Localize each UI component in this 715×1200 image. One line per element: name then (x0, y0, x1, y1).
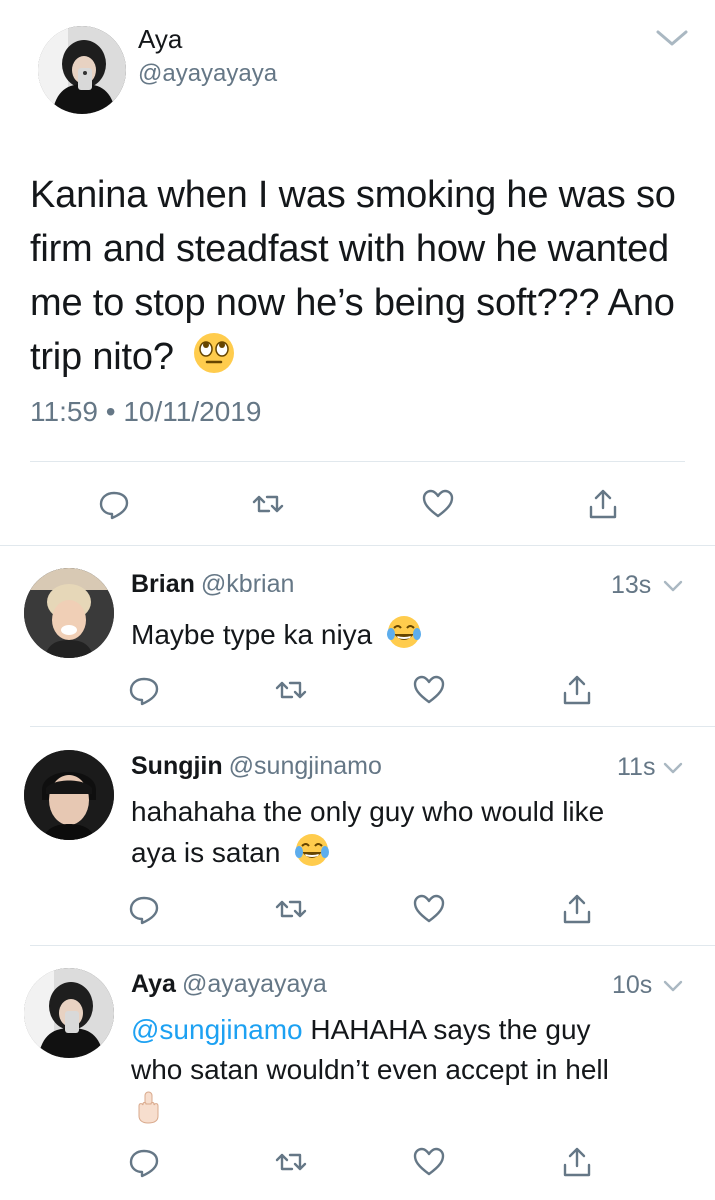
reply-button[interactable] (94, 484, 134, 524)
reply-icon (129, 1149, 159, 1178)
heart-icon (422, 489, 454, 518)
reply-author-name[interactable]: Brian (131, 570, 195, 598)
mention-link[interactable]: @sungjinamo (131, 1014, 303, 1045)
avatar-photo-icon (24, 568, 114, 658)
chevron-down-icon[interactable] (654, 26, 690, 50)
reply-text: Maybe type ka niya (131, 614, 691, 655)
reply-time[interactable]: 11s (617, 753, 655, 782)
share-icon (563, 675, 591, 705)
reply-author-handle[interactable]: @ayayayaya (182, 970, 327, 998)
reply-time[interactable]: 13s (611, 571, 651, 600)
share-icon (563, 1147, 591, 1177)
heart-icon (413, 894, 445, 923)
reply-text-line: who satan wouldn’t even accept in hell (131, 1054, 609, 1085)
rolling-eyes-emoji-icon (194, 333, 235, 373)
retweet-icon (252, 495, 284, 513)
chevron-down-icon[interactable] (663, 979, 683, 993)
reply-text-line: @sungjinamo HAHAHA says the guy (131, 1010, 691, 1050)
tears-of-joy-emoji-icon (387, 616, 422, 648)
share-button[interactable] (557, 670, 597, 710)
share-button[interactable] (557, 889, 597, 929)
tweet-text-body: Kanina when I was smoking he was so firm… (30, 174, 676, 378)
reply-text: @sungjinamo HAHAHA says the guy who sata… (131, 1010, 691, 1090)
share-icon (589, 489, 617, 519)
avatar-photo-icon (24, 968, 114, 1058)
like-button[interactable] (409, 1142, 449, 1182)
reply-time[interactable]: 10s (612, 971, 652, 1000)
retweet-icon (275, 900, 307, 918)
divider (30, 461, 685, 462)
retweet-icon (275, 1153, 307, 1171)
reply-text-body: Maybe type ka niya (131, 619, 373, 650)
retweet-button[interactable] (248, 484, 288, 524)
avatar[interactable] (24, 568, 114, 658)
reply-author-handle[interactable]: @sungjinamo (229, 752, 382, 780)
reply-button[interactable] (124, 889, 164, 929)
share-button[interactable] (583, 484, 623, 524)
retweet-button[interactable] (271, 889, 311, 929)
retweet-icon (275, 681, 307, 699)
like-button[interactable] (418, 484, 458, 524)
avatar[interactable] (24, 968, 114, 1058)
chevron-down-icon[interactable] (663, 579, 683, 593)
heart-icon (413, 675, 445, 704)
avatar[interactable] (38, 26, 126, 114)
avatar[interactable] (24, 750, 114, 840)
reply-header: Aya @ayayayaya (131, 970, 327, 999)
tweet-text: Kanina when I was smoking he was so firm… (30, 168, 690, 384)
reply-text-line: hahahaha the only guy who would like (131, 796, 605, 827)
reply-icon (129, 677, 159, 706)
author-handle[interactable]: @ayayayaya (138, 60, 277, 88)
share-icon (563, 894, 591, 924)
reply-header: Brian @kbrian (131, 570, 294, 599)
retweet-button[interactable] (271, 670, 311, 710)
reply-icon (129, 896, 159, 925)
reply-button[interactable] (124, 670, 164, 710)
chevron-down-icon[interactable] (663, 761, 683, 775)
like-button[interactable] (409, 670, 449, 710)
reply-text-line-body: aya is satan (131, 837, 281, 868)
reply-author-handle[interactable]: @kbrian (201, 570, 294, 598)
middle-finger-emoji-icon (138, 1091, 159, 1124)
tears-of-joy-emoji-icon (295, 834, 330, 866)
avatar-photo-icon (38, 26, 126, 114)
heart-icon (413, 1147, 445, 1176)
divider (30, 945, 715, 946)
author-name[interactable]: Aya (138, 24, 182, 55)
reply-button[interactable] (124, 1142, 164, 1182)
tweet-timestamp[interactable]: 11:59 • 10/11/2019 (30, 396, 261, 428)
divider (30, 726, 715, 727)
reply-text-line-body: HAHAHA says the guy (302, 1014, 591, 1045)
share-button[interactable] (557, 1142, 597, 1182)
reply-text-line: aya is satan (131, 832, 691, 873)
reply-icon (99, 491, 129, 520)
avatar-photo-icon (24, 750, 114, 840)
divider (0, 545, 715, 546)
reply-text: hahahaha the only guy who would like aya… (131, 792, 691, 873)
like-button[interactable] (409, 889, 449, 929)
reply-header: Sungjin @sungjinamo (131, 752, 382, 781)
retweet-button[interactable] (271, 1142, 311, 1182)
reply-author-name[interactable]: Aya (131, 970, 176, 998)
reply-author-name[interactable]: Sungjin (131, 752, 223, 780)
